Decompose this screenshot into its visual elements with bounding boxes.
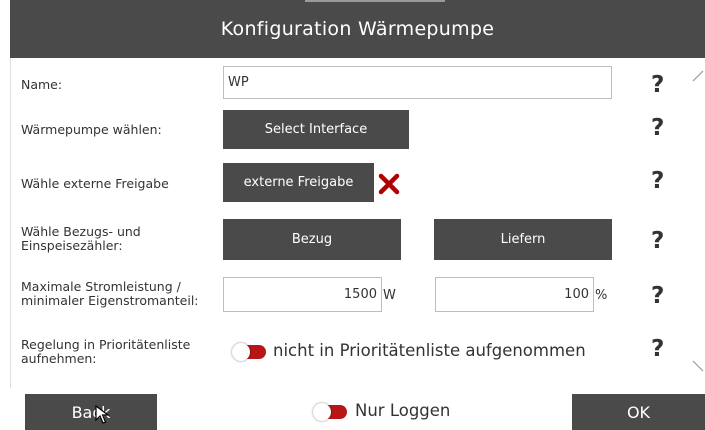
page-title: Konfiguration Wärmepumpe [220,18,495,40]
log-only-toggle-knob [313,403,331,421]
ok-button[interactable]: OK [572,394,705,430]
max-power-unit: W [383,288,396,303]
priority-toggle-text: nicht in Prioritätenliste aufgenommen [273,341,586,360]
external-release-button[interactable]: externe Freigabe [223,163,374,202]
help-icon-power[interactable]: ? [651,283,664,309]
help-icon-meters[interactable]: ? [651,228,664,254]
name-label: Name: [21,77,63,92]
min-self-consumption-unit: % [595,288,608,303]
priority-label-line2: aufnehmen: [21,351,97,366]
max-power-input[interactable] [223,277,382,312]
pointer-cursor-icon [95,404,111,425]
help-icon-priority[interactable]: ? [651,336,664,362]
scroll-up-icon[interactable] [692,68,704,87]
feed-meter-button[interactable]: Liefern [434,219,612,260]
help-icon-release[interactable]: ? [651,168,664,194]
min-self-consumption-input[interactable] [435,277,594,312]
power-label-line2: minimaler Eigenstromanteil: [21,293,199,308]
log-only-label: Nur Loggen [355,401,451,420]
supply-meter-button[interactable]: Bezug [223,219,401,260]
priority-toggle[interactable] [232,343,266,361]
title-bar: Konfiguration Wärmepumpe [10,0,705,58]
priority-toggle-knob [232,343,250,361]
remove-icon[interactable] [377,172,401,196]
help-icon-name[interactable]: ? [651,72,664,98]
log-only-toggle[interactable] [313,403,347,421]
select-interface-button[interactable]: Select Interface [223,110,409,149]
scroll-down-icon[interactable] [692,358,704,377]
meters-label-line1: Wähle Bezugs- und [21,224,141,239]
power-label-line1: Maximale Stromleistung / [21,279,181,294]
release-label: Wähle externe Freigabe [21,176,169,191]
priority-label-line1: Regelung in Prioritätenliste [21,337,191,352]
back-button[interactable]: Back [25,394,157,430]
name-input[interactable] [223,66,612,99]
meters-label-line2: Einspeisezähler: [21,238,123,253]
help-icon-heatpump[interactable]: ? [651,115,664,141]
heatpump-label: Wärmepumpe wählen: [21,122,162,137]
title-bar-accent-line [305,0,445,2]
